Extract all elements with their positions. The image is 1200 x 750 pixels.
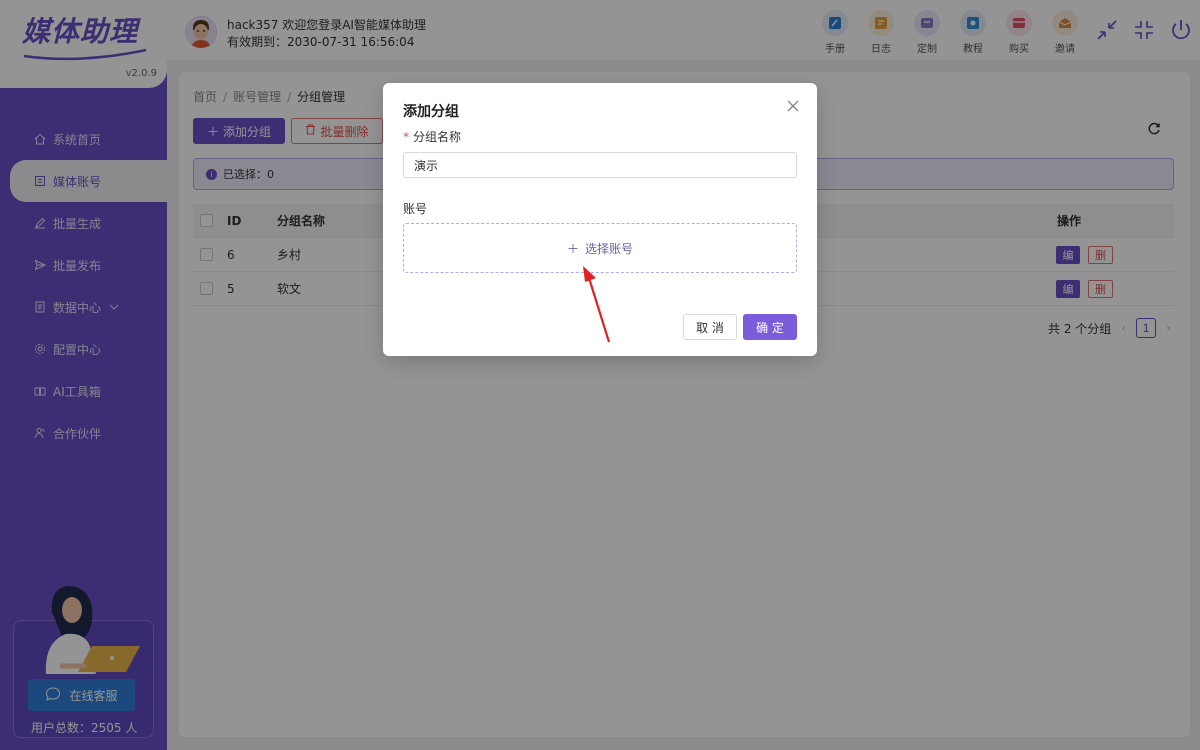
annotation-arrow-icon xyxy=(583,266,611,343)
group-name-label: * 分组名称 xyxy=(403,128,461,145)
select-account-label: 选择账号 xyxy=(585,241,634,256)
dialog-title: 添加分组 xyxy=(403,104,459,120)
required-mark: * xyxy=(403,130,409,144)
group-name-label-text: 分组名称 xyxy=(413,130,462,144)
close-icon[interactable] xyxy=(786,99,800,116)
cancel-button[interactable]: 取 消 xyxy=(683,314,737,340)
confirm-button[interactable]: 确 定 xyxy=(743,314,797,340)
account-label: 账号 xyxy=(403,202,428,216)
group-name-input[interactable]: 演示 xyxy=(403,152,797,178)
plus-icon: ＋ xyxy=(566,241,579,256)
